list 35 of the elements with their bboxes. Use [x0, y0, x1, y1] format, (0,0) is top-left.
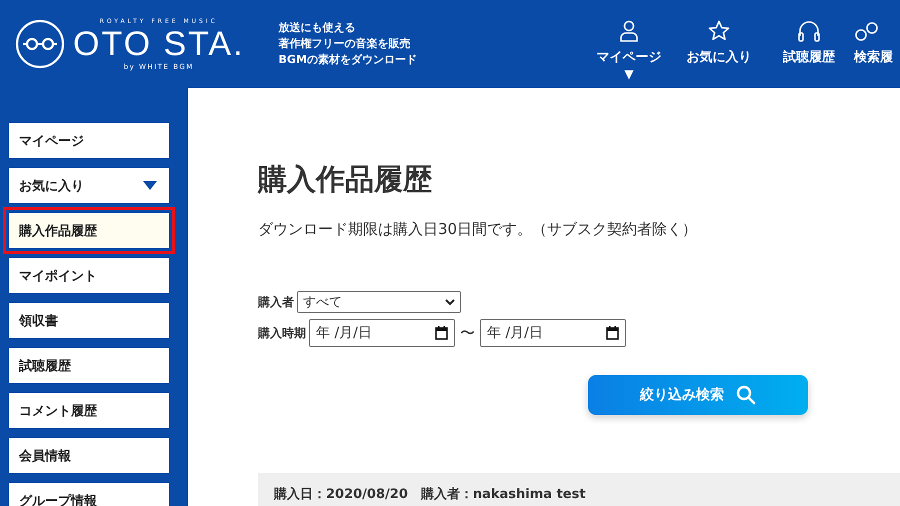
dropdown-marker: ▼ [624, 68, 634, 80]
caret-icon [143, 181, 157, 190]
sidebar-item[interactable]: 領収書 [9, 303, 169, 338]
person-icon [620, 20, 638, 42]
date-field[interactable]: 年 /月/日 [480, 319, 626, 347]
sidebar-item[interactable]: マイページ [9, 123, 169, 158]
slogan-line: BGMの素材をダウンロード [278, 52, 417, 68]
calendar-icon [606, 326, 619, 340]
sidebar-item[interactable]: コメント履歴 [9, 393, 169, 428]
date-field[interactable]: 年 /月/日 [309, 319, 455, 347]
calendar-icon [435, 326, 448, 340]
star-icon [708, 20, 730, 42]
slogan-line: 著作権フリーの音楽を販売 [278, 36, 412, 52]
sidebar-item[interactable]: 会員情報 [9, 438, 169, 473]
search-icon [736, 385, 756, 405]
sidebar-item[interactable]: マイポイント [9, 258, 169, 293]
glasses-logo-icon [15, 19, 65, 69]
download-note: ダウンロード期限は購入日30日間です。（サブスク契約者除く） [258, 220, 698, 239]
field-label: 購入時期 [258, 324, 306, 342]
nav-link[interactable]: お気に入り [674, 20, 764, 80]
buyer-select[interactable]: すべて [297, 291, 461, 313]
sidebar-item[interactable]: お気に入り [9, 168, 169, 203]
page-title: 購入作品履歴 [258, 161, 433, 198]
nav-link[interactable]: マイページ ▼ [584, 20, 674, 80]
sidebar-item[interactable]: 試聴履歴 [9, 348, 169, 383]
sidebar-item[interactable]: 購入作品履歴 [9, 213, 169, 248]
logo-wordmark: OTO STA. [73, 24, 245, 62]
nav-link[interactable]: 試聴履歴 [764, 20, 854, 80]
headphones-icon [797, 20, 821, 42]
field-label: 購入者 [258, 294, 294, 310]
range-separator: 〜 [460, 324, 475, 342]
chevron-down-icon [445, 298, 455, 306]
slogan-line: 放送にも使える [278, 20, 357, 36]
purchase-info: 購入日：2020/08/20 購入者：nakashima test [274, 487, 586, 502]
nav-link[interactable]: 検索履 [854, 20, 900, 80]
